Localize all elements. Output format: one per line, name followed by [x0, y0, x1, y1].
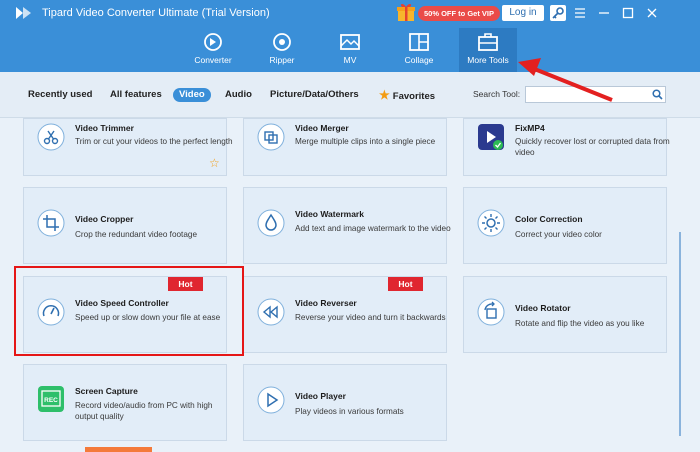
tab-converter[interactable]: Converter [184, 28, 242, 72]
droplet-icon [257, 209, 285, 237]
tool-title: Video Watermark [295, 209, 364, 219]
rec-icon-text: REC [44, 397, 58, 404]
collage-icon [409, 33, 429, 51]
annotation-highlight-box [14, 266, 244, 356]
tool-card-video-player[interactable]: Video Player Play videos in various form… [243, 364, 447, 441]
crop-icon [37, 209, 65, 237]
hot-badge: Hot [388, 277, 423, 291]
filter-recently-used[interactable]: Recently used [28, 88, 92, 102]
tool-card-video-trimmer[interactable]: Video Trimmer Trim or cut your videos to… [23, 118, 233, 176]
tab-more-tools[interactable]: More Tools [459, 28, 517, 72]
tool-description: Rotate and flip the video as you like [515, 319, 645, 328]
tool-card-video-cropper[interactable]: Video Cropper Crop the redundant video f… [23, 187, 227, 264]
tool-title: Video Merger [295, 123, 349, 133]
bottom-indicator [85, 447, 152, 452]
tab-label: Converter [194, 55, 232, 65]
disc-icon [273, 33, 291, 51]
promo-label: 50% OFF to Get VIP [418, 6, 501, 21]
tab-ripper[interactable]: Ripper [253, 28, 311, 72]
search-input[interactable] [525, 86, 666, 103]
close-icon[interactable] [644, 5, 660, 21]
tool-card-video-rotator[interactable]: Video Rotator Rotate and flip the video … [463, 276, 667, 353]
tool-title: Color Correction [515, 214, 583, 224]
tab-label: Collage [404, 55, 434, 65]
key-icon [552, 7, 564, 19]
tool-title: Video Cropper [75, 214, 134, 224]
minimize-icon[interactable] [596, 5, 612, 21]
filter-all-features[interactable]: All features [110, 88, 162, 102]
tool-card-video-watermark[interactable]: Video Watermark Add text and image water… [243, 187, 451, 264]
login-button[interactable]: Log in [502, 5, 544, 21]
tool-description: Merge multiple clips into a single piece [295, 137, 436, 146]
tool-description: Crop the redundant video footage [75, 230, 197, 239]
tool-card-color-correction[interactable]: Color Correction Correct your video colo… [463, 187, 667, 264]
tool-description: Record video/audio from PC with high out… [75, 401, 213, 421]
tab-label: More Tools [467, 55, 509, 65]
logo-icon [16, 7, 31, 19]
rotate-icon [477, 298, 505, 326]
toolbox-icon [478, 33, 498, 51]
star-icon: ★ [379, 88, 390, 102]
scrollbar[interactable] [679, 232, 681, 436]
favorite-star-icon[interactable]: ☆ [209, 156, 220, 170]
play-icon [257, 386, 285, 414]
tool-title: Screen Capture [75, 386, 138, 396]
filter-favorites[interactable]: ★ Favorites [379, 88, 435, 104]
maximize-icon[interactable] [620, 5, 636, 21]
tool-title: Video Player [295, 391, 346, 401]
search-label: Search Tool: [473, 89, 521, 99]
rewind-icon [257, 298, 285, 326]
tool-card-screen-capture[interactable]: REC Screen Capture Record video/audio fr… [23, 364, 227, 441]
converter-icon [204, 33, 222, 51]
fixmp4-icon [478, 124, 504, 150]
merge-icon [257, 123, 285, 151]
mv-icon [340, 34, 360, 50]
tool-description: Add text and image watermark to the vide… [295, 224, 451, 233]
tab-collage[interactable]: Collage [390, 28, 448, 72]
app-title: Tipard Video Converter Ultimate (Trial V… [42, 7, 270, 19]
scissors-icon [37, 123, 65, 151]
filter-picture-data-others[interactable]: Picture/Data/Others [270, 88, 359, 102]
key-button[interactable] [550, 5, 566, 21]
tool-title: Video Reverser [295, 298, 357, 308]
gift-icon [397, 3, 415, 21]
tool-title: Video Rotator [515, 303, 571, 313]
tab-label: MV [343, 55, 357, 65]
filter-audio[interactable]: Audio [225, 88, 252, 102]
tab-mv[interactable]: MV [321, 28, 379, 72]
search-icon[interactable] [652, 89, 663, 100]
filter-favorites-label: Favorites [392, 91, 436, 102]
filter-video[interactable]: Video [173, 88, 211, 102]
tool-title: FixMP4 [515, 123, 545, 133]
tab-label: Ripper [269, 55, 295, 65]
tool-description: Quickly recover lost or corrupted data f… [515, 137, 670, 157]
tool-description: Correct your video color [515, 230, 602, 239]
tool-card-fixmp4[interactable]: FixMP4 Quickly recover lost or corrupted… [463, 118, 670, 176]
tool-card-video-reverser[interactable]: Video Reverser Reverse your video and tu… [243, 276, 447, 353]
tool-description: Reverse your video and turn it backwards [295, 313, 446, 322]
sun-icon [477, 209, 505, 237]
rec-icon: REC [38, 386, 64, 412]
menu-icon[interactable] [572, 5, 588, 21]
tool-description: Play videos in various formats [295, 407, 404, 416]
tool-description: Trim or cut your videos to the perfect l… [75, 137, 233, 146]
title-bar: Tipard Video Converter Ultimate (Trial V… [0, 0, 700, 72]
tool-title: Video Trimmer [75, 123, 134, 133]
tool-card-video-merger[interactable]: Video Merger Merge multiple clips into a… [243, 118, 447, 176]
